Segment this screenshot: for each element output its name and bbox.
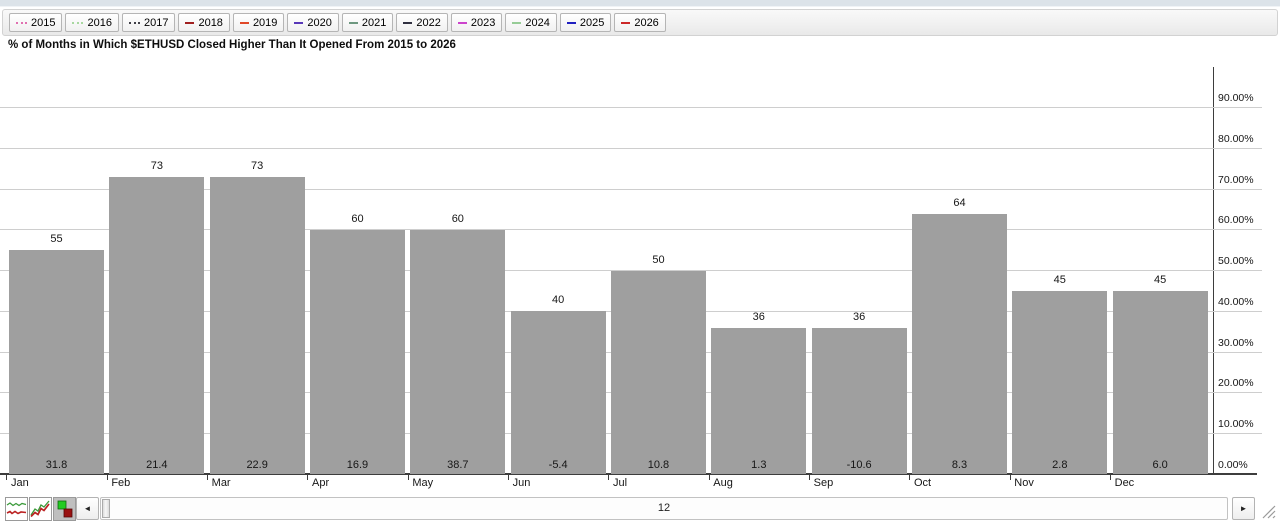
month-label: Jul [612, 477, 628, 489]
app-window: 2015 2016 2017 2018 2019 2020 2021 2022 2023 2024… [0, 0, 1280, 528]
month-label: Feb [111, 477, 131, 489]
month-boundary-tick [6, 475, 8, 480]
scroll-right-button[interactable]: ► [1232, 497, 1255, 520]
month-label: Aug [713, 477, 733, 489]
grid-line [0, 106, 1262, 108]
cumulative-lines-chart-icon[interactable] [29, 497, 52, 521]
bar-change-label: 2.8 [1052, 459, 1068, 471]
bar [811, 327, 907, 475]
bar-value-label: 73 [150, 159, 163, 172]
bar [209, 176, 305, 475]
bar-value-label: 64 [953, 196, 966, 209]
month-label: Apr [311, 477, 330, 489]
month-boundary-tick [507, 475, 509, 480]
month-label: Nov [1014, 477, 1034, 489]
bar-change-label: 21.4 [146, 459, 168, 471]
bar-chart-mode-icon[interactable] [53, 497, 76, 521]
bar [610, 270, 706, 475]
bar [109, 176, 205, 475]
y-axis-tick-label: 80.00% [1218, 132, 1254, 145]
cumulative-lines-glyph [30, 500, 50, 518]
bar-change-label: -10.6 [846, 459, 872, 471]
bar [711, 327, 807, 475]
chart-type-buttons [5, 497, 76, 521]
y-axis-tick-label: 90.00% [1218, 91, 1254, 104]
month-boundary-tick [106, 475, 108, 480]
month-boundary-tick [608, 475, 610, 480]
bar-value-label: 45 [1053, 273, 1066, 286]
bar [1012, 290, 1108, 475]
bar-value-label: 73 [251, 159, 264, 172]
bar-value-label: 55 [50, 233, 63, 246]
month-boundary-tick [407, 475, 409, 480]
scrollbar-track[interactable]: 12 [100, 497, 1228, 520]
y-axis-tick-label: 20.00% [1218, 377, 1254, 390]
bar-value-label: 60 [351, 212, 364, 225]
month-boundary-tick [808, 475, 810, 480]
bar-change-label: 10.8 [647, 459, 670, 471]
y-axis-tick-label: 30.00% [1218, 336, 1254, 349]
left-arrow-icon: ◄ [83, 504, 92, 513]
bar-change-label: 16.9 [346, 459, 369, 471]
bar-change-label: -5.4 [548, 459, 568, 471]
bar-change-label: 8.3 [951, 459, 968, 471]
month-label: Jan [11, 477, 29, 489]
month-label: Dec [1114, 477, 1135, 489]
bar-value-label: 40 [552, 294, 565, 307]
y-axis-tick-label: 70.00% [1218, 173, 1254, 186]
bar-change-label: 22.9 [246, 459, 268, 471]
month-boundary-tick [206, 475, 208, 480]
bottom-control-bar: ◄ 12 ► [0, 494, 1280, 528]
month-boundary-tick [909, 475, 911, 480]
y-axis-tick-label: 40.00% [1218, 295, 1254, 308]
month-label: Sep [813, 477, 834, 489]
bar-value-label: 50 [652, 253, 665, 266]
month-boundary-tick [307, 475, 309, 480]
month-boundary-tick [1109, 475, 1111, 480]
bar-change-label: 1.3 [751, 459, 767, 471]
resize-grip[interactable] [1259, 504, 1277, 520]
bar [410, 229, 506, 475]
bar-change-label: 31.8 [45, 459, 68, 471]
visible-bars-count: 12 [657, 502, 671, 514]
seasonal-lines-glyph [6, 502, 27, 515]
bar-chart-mode-glyph [57, 500, 73, 518]
y-axis-tick-label: 60.00% [1218, 214, 1254, 227]
bar-value-label: 36 [853, 310, 866, 323]
y-axis-tick-label: 50.00% [1218, 255, 1254, 268]
month-label: Jun [512, 477, 531, 489]
bar-value-label: 36 [752, 310, 765, 323]
right-arrow-icon: ► [1239, 504, 1248, 513]
scroll-left-button[interactable]: ◄ [76, 497, 99, 520]
bar [911, 213, 1007, 475]
month-boundary-tick [708, 475, 710, 480]
bar-change-label: 6.0 [1152, 459, 1168, 471]
bar-chart: 0.00% 10.00% 20.00% 30.00% 40.00% 50.00% 60.00… [0, 0, 1280, 528]
month-label: Mar [211, 477, 231, 489]
month-label: Oct [913, 477, 932, 489]
bar [309, 229, 405, 475]
month-label: May [412, 477, 434, 489]
bar [510, 311, 606, 475]
y-axis-tick-label: 0.00% [1218, 459, 1248, 471]
bar-change-label: 38.7 [447, 459, 469, 471]
seasonal-lines-chart-icon[interactable] [5, 497, 28, 521]
bar [9, 250, 104, 475]
y-axis-tick-label: 10.00% [1218, 418, 1254, 431]
month-boundary-tick [1009, 475, 1011, 480]
bar [1112, 290, 1208, 475]
bar-value-label: 45 [1154, 273, 1167, 286]
bar-value-label: 60 [451, 212, 464, 225]
grid-line [0, 147, 1262, 149]
